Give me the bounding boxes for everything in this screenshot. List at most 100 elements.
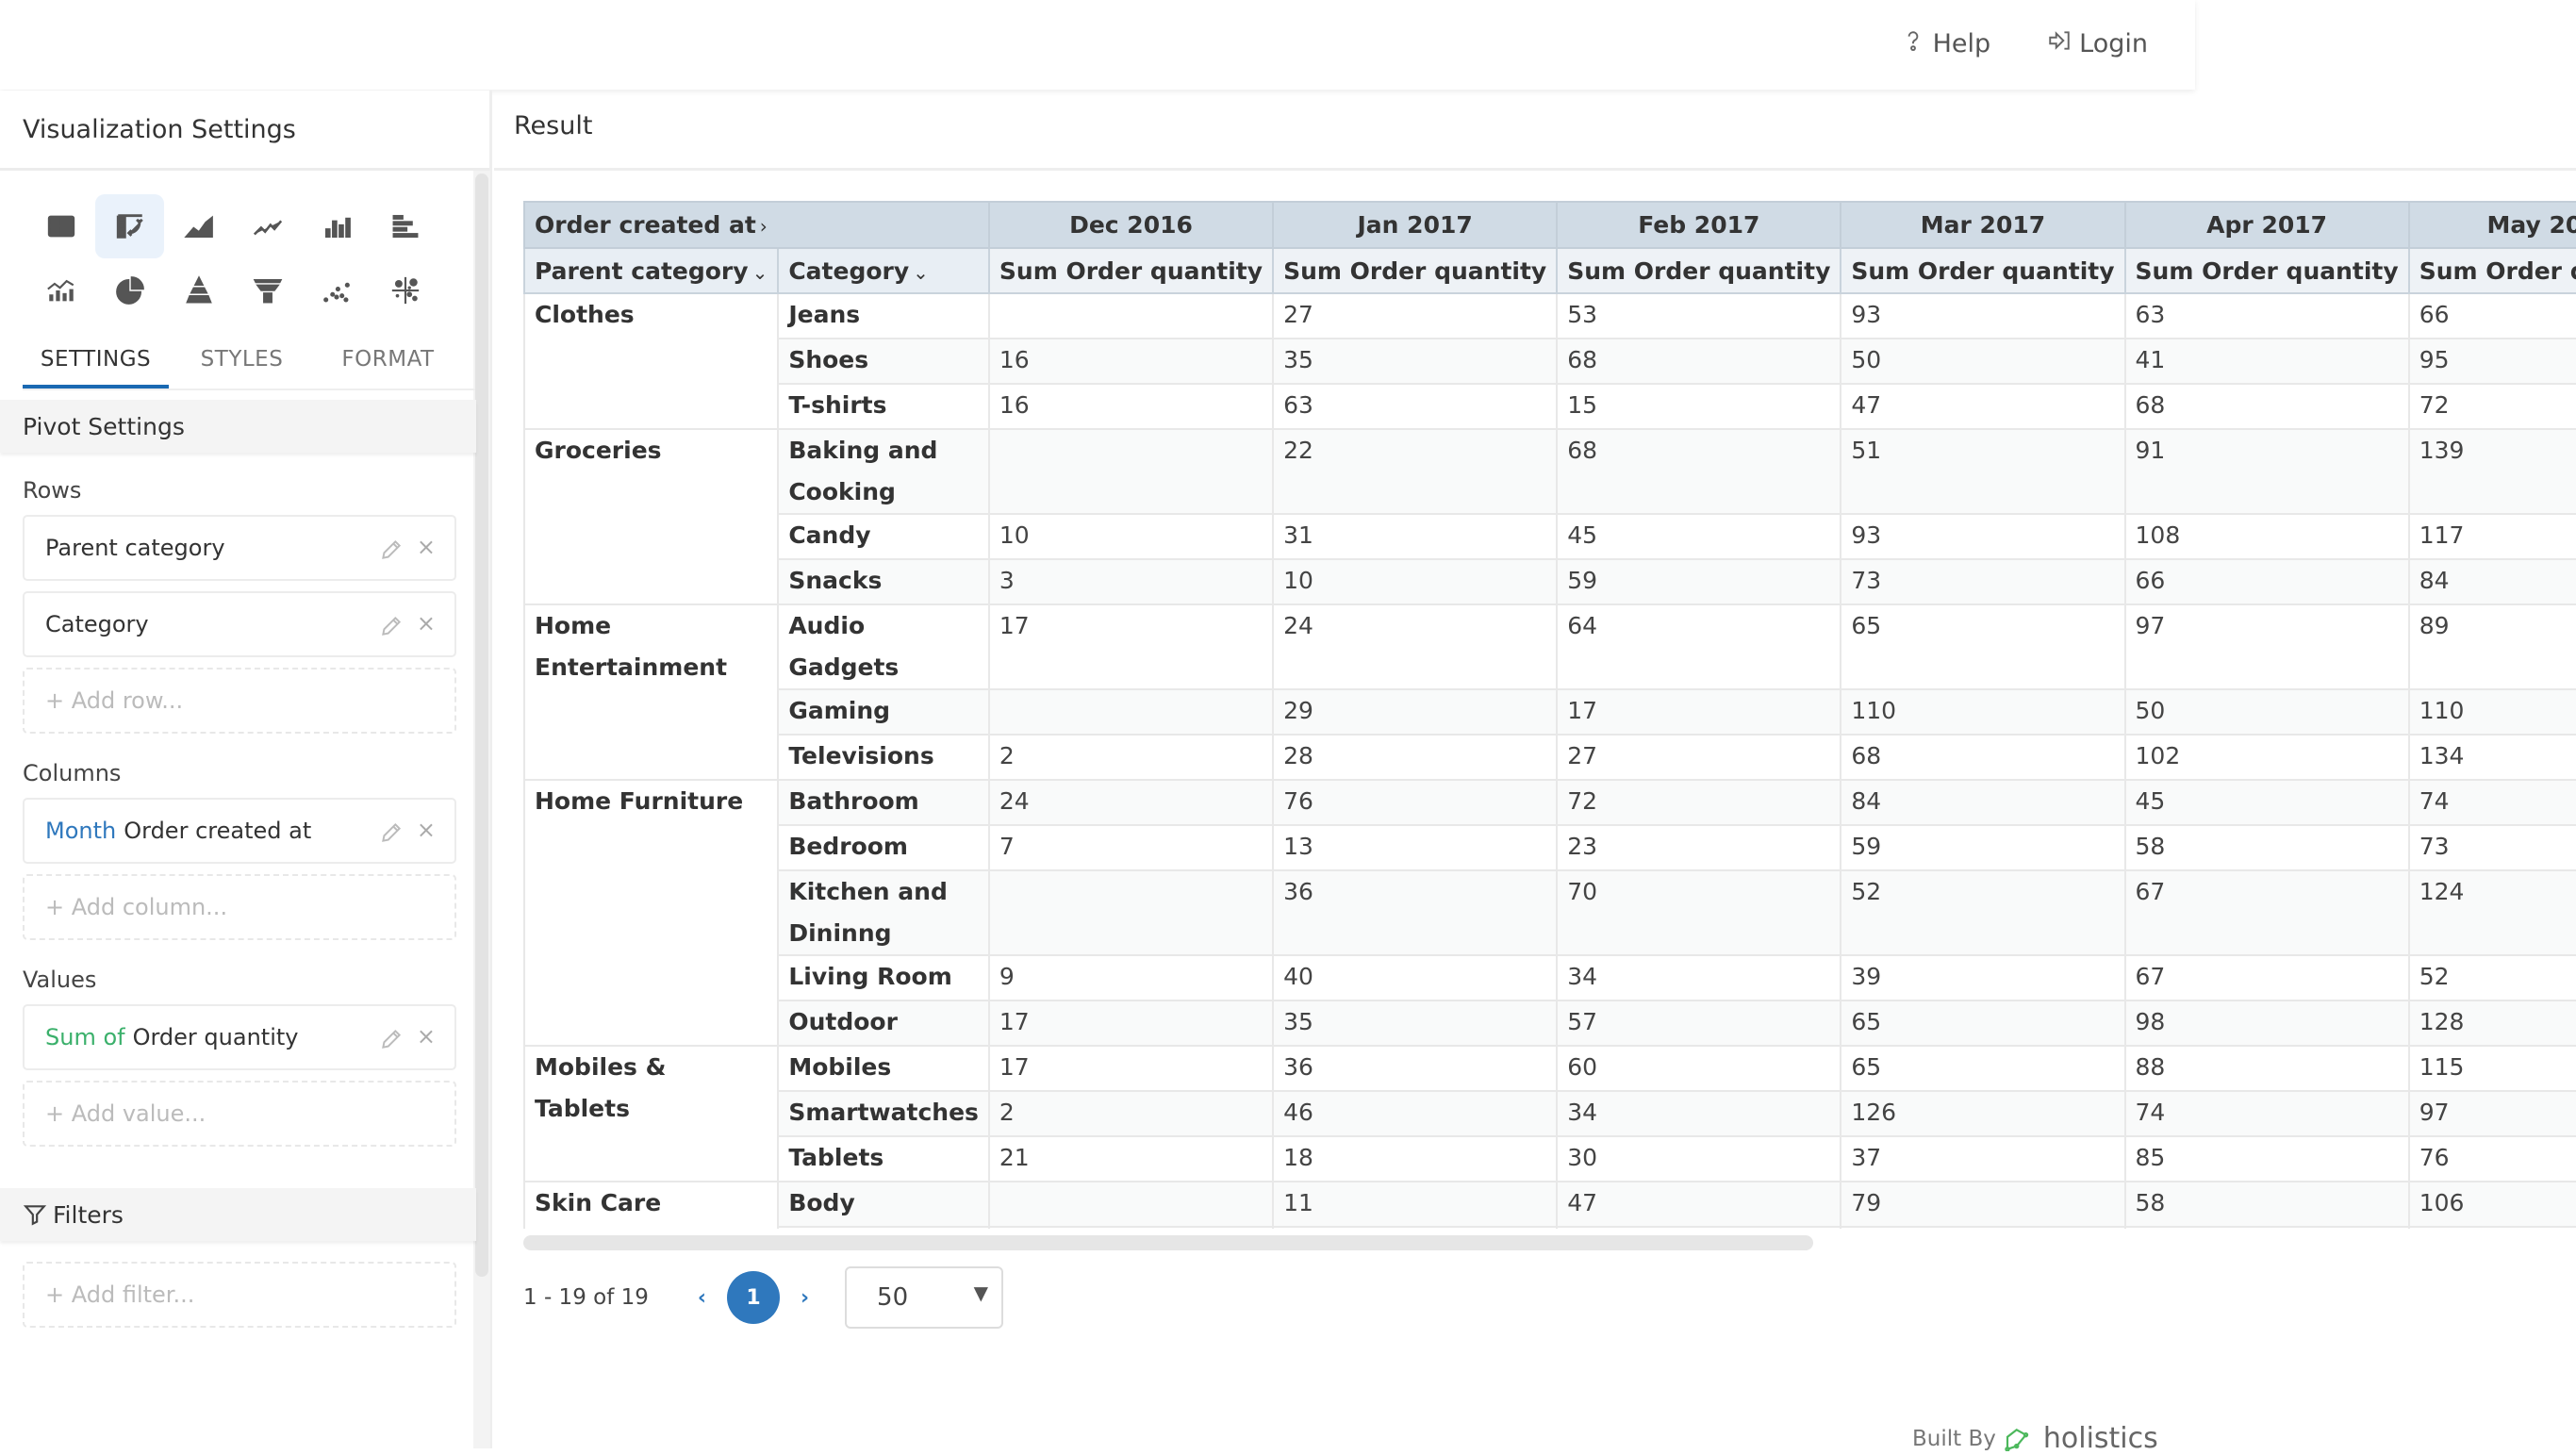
chart-type-funnel[interactable] [233,258,302,322]
top-bar: Help Login [0,0,2195,90]
close-icon[interactable]: × [417,817,436,843]
month-header[interactable]: Apr 2017 [2123,201,2410,249]
chart-type-pie[interactable] [95,258,164,322]
add-column-button[interactable]: + Add column... [23,874,456,940]
pencil-icon[interactable] [379,537,404,562]
measure-header[interactable]: Sum Order quantity [987,247,1275,294]
table-row: GroceriesBaking and Cooking2268519113998 [523,428,2576,605]
help-link[interactable]: Help [1901,28,1990,59]
value-cell: 51 [1840,428,2126,515]
value-cell: 85 [2123,1135,2410,1182]
value-cell: 79 [1840,1181,2126,1228]
value-cell: 45 [2123,779,2410,826]
value-cell: 97 [2407,1090,2576,1137]
value-cell: 59 [1556,558,1842,605]
measure-header[interactable]: Sum Order quantity [2123,247,2410,294]
value-cell: 39 [1840,954,2126,1001]
table-row: Home FurnitureBathroom247672844574144 [523,779,2576,1047]
chart-type-bubble[interactable] [371,258,439,322]
value-field-order-quantity[interactable]: Sum of Order quantity × [23,1004,456,1070]
category-cell: Kitchen and Dininng [777,869,990,956]
month-header[interactable]: May 2017 [2407,201,2576,249]
value-cell: 31 [1272,513,1559,560]
chart-type-area[interactable] [164,194,233,258]
value-cell: 64 [1556,603,1842,690]
value-cell: 84 [2407,558,2576,605]
bubble-chart-icon [391,276,419,305]
value-cell: 23 [1556,824,1842,871]
value-cell: 90 [2407,1226,2576,1229]
row-field-parent-category[interactable]: Parent category × [23,515,456,581]
login-label: Login [2079,29,2148,58]
measure-header[interactable]: Sum Order quantity [1272,247,1559,294]
measure-header[interactable]: Sum Order quantity [2407,247,2576,294]
pivot-settings-title: Pivot Settings [23,412,185,440]
value-cell: 41 [2123,338,2410,385]
value-cell: 65 [1840,603,2126,690]
row-header-category[interactable]: Category ⌄ [777,247,990,294]
chart-type-pyramid[interactable] [164,258,233,322]
table-row: Snacks3105973668476 [524,558,2576,605]
row-field-category[interactable]: Category × [23,591,456,657]
month-header[interactable]: Feb 2017 [1556,201,1842,249]
pencil-icon[interactable] [379,820,404,845]
column-field-order-created-at[interactable]: Month Order created at × [23,798,456,864]
parent-category-cell: Mobiles & Tablets [523,1045,780,1182]
value-cell: 73 [2407,824,2576,871]
panel-scrollbar-thumb[interactable] [475,174,488,1277]
pencil-icon[interactable] [379,1027,404,1051]
month-header[interactable]: Dec 2016 [987,201,1275,249]
add-row-button[interactable]: + Add row... [23,668,456,734]
tab-settings[interactable]: SETTINGS [23,338,169,389]
add-value-button[interactable]: + Add value... [23,1081,456,1147]
chart-type-bar[interactable] [371,194,439,258]
value-cell: 76 [1272,779,1559,826]
month-header[interactable]: Jan 2017 [1272,201,1559,249]
table-row: Bedroom7132359587396 [524,824,2576,871]
tab-styles[interactable]: STYLES [169,338,315,389]
row-header-parent-category[interactable]: Parent category ⌄ [523,247,780,294]
value-cell: 68 [1556,338,1842,385]
chart-type-line[interactable] [233,194,302,258]
funnel-chart-icon [253,278,282,304]
chart-type-combination[interactable] [26,258,95,322]
value-cell: 95 [2407,338,2576,385]
close-icon[interactable]: × [417,1023,436,1050]
value-cell: 50 [1840,338,2126,385]
value-cell: 37 [1840,1135,2126,1182]
value-cell: 108 [2123,513,2410,560]
close-icon[interactable]: × [417,534,436,560]
page-size-value: 50 [877,1283,909,1312]
table-horizontal-scrollbar[interactable] [523,1235,1813,1250]
parent-category-cell: Skin Care [523,1181,780,1229]
category-cell: Bedroom [777,824,990,871]
month-header[interactable]: Mar 2017 [1840,201,2126,249]
value-cell: 68 [1840,734,2126,781]
add-filter-button[interactable]: + Add filter... [23,1262,456,1328]
value-cell [987,292,1275,339]
value-cell: 27 [1272,292,1559,339]
page-size-select[interactable]: 50 ▼ [845,1266,1004,1329]
value-cell: 10 [1272,558,1559,605]
login-link[interactable]: Login [2047,28,2148,59]
page-1-button[interactable]: 1 [726,1271,780,1324]
value-cell: 72 [1556,779,1842,826]
tab-format[interactable]: FORMAT [315,338,461,389]
value-cell: 98 [2123,1000,2410,1047]
chart-type-column[interactable] [302,194,371,258]
measure-header[interactable]: Sum Order quantity [1556,247,1842,294]
value-cell: 60 [1556,1045,1842,1092]
value-cell: 67 [2123,954,2410,1001]
next-page-button[interactable]: › [801,1286,809,1310]
value-cell: 16 [987,383,1275,430]
chart-type-table[interactable] [26,194,95,258]
prev-page-button[interactable]: ‹ [698,1286,706,1310]
table-row: ClothesJeans2753936366156 [523,292,2576,430]
pencil-icon[interactable] [379,614,404,638]
chart-type-pivot-table[interactable] [95,194,164,258]
close-icon[interactable]: × [417,610,436,637]
measure-header[interactable]: Sum Order quantity [1840,247,2126,294]
chart-type-scatter[interactable] [302,258,371,322]
column-dimension-header[interactable]: Order created at › [523,201,990,249]
value-cell: 124 [2407,869,2576,956]
